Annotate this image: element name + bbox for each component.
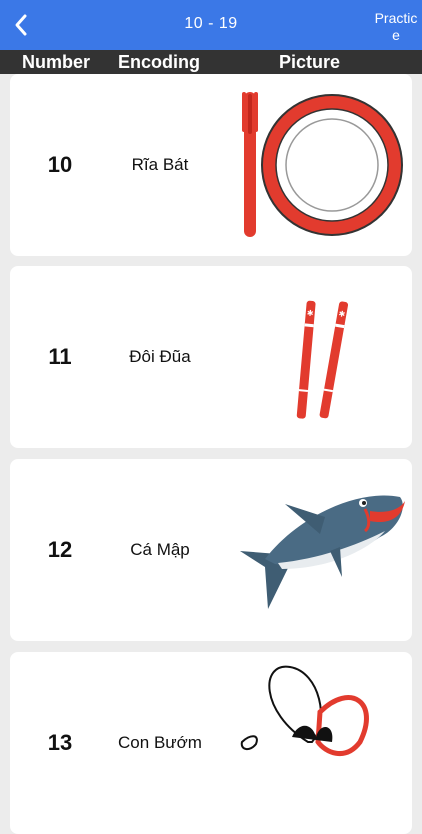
column-header-bar: Number Encoding Picture xyxy=(0,50,422,74)
list-item[interactable]: 11 Đôi Đũa ✱ ✱ xyxy=(10,266,412,448)
item-number: 11 xyxy=(48,344,72,369)
butterfly-icon xyxy=(240,665,369,756)
list-item[interactable]: 12 Cá Mập xyxy=(10,459,412,641)
shark-icon xyxy=(240,495,405,609)
svg-text:✱: ✱ xyxy=(306,309,314,319)
item-encoding: Con Bướm xyxy=(118,733,202,752)
item-encoding: Rĩa Bát xyxy=(131,155,189,174)
item-number: 13 xyxy=(47,730,73,755)
column-header-encoding: Encoding xyxy=(118,52,200,72)
list-item[interactable]: 10 Rĩa Bát xyxy=(10,74,412,256)
navigation-bar: 10 - 19 Practice xyxy=(0,0,422,50)
fork-and-plate-icon xyxy=(242,92,403,237)
item-number: 12 xyxy=(47,537,73,562)
list-item[interactable]: 13 Con Bướm xyxy=(10,652,412,834)
column-header-number: Number xyxy=(22,52,91,72)
page-title: 10 - 19 xyxy=(184,15,238,32)
item-encoding: Đôi Đũa xyxy=(129,347,191,366)
column-header-picture: Picture xyxy=(279,52,341,72)
item-encoding: Cá Mập xyxy=(130,540,190,559)
item-number: 10 xyxy=(47,152,73,177)
chopsticks-icon: ✱ ✱ xyxy=(296,300,349,419)
practice-button[interactable]: Practice xyxy=(372,10,420,44)
